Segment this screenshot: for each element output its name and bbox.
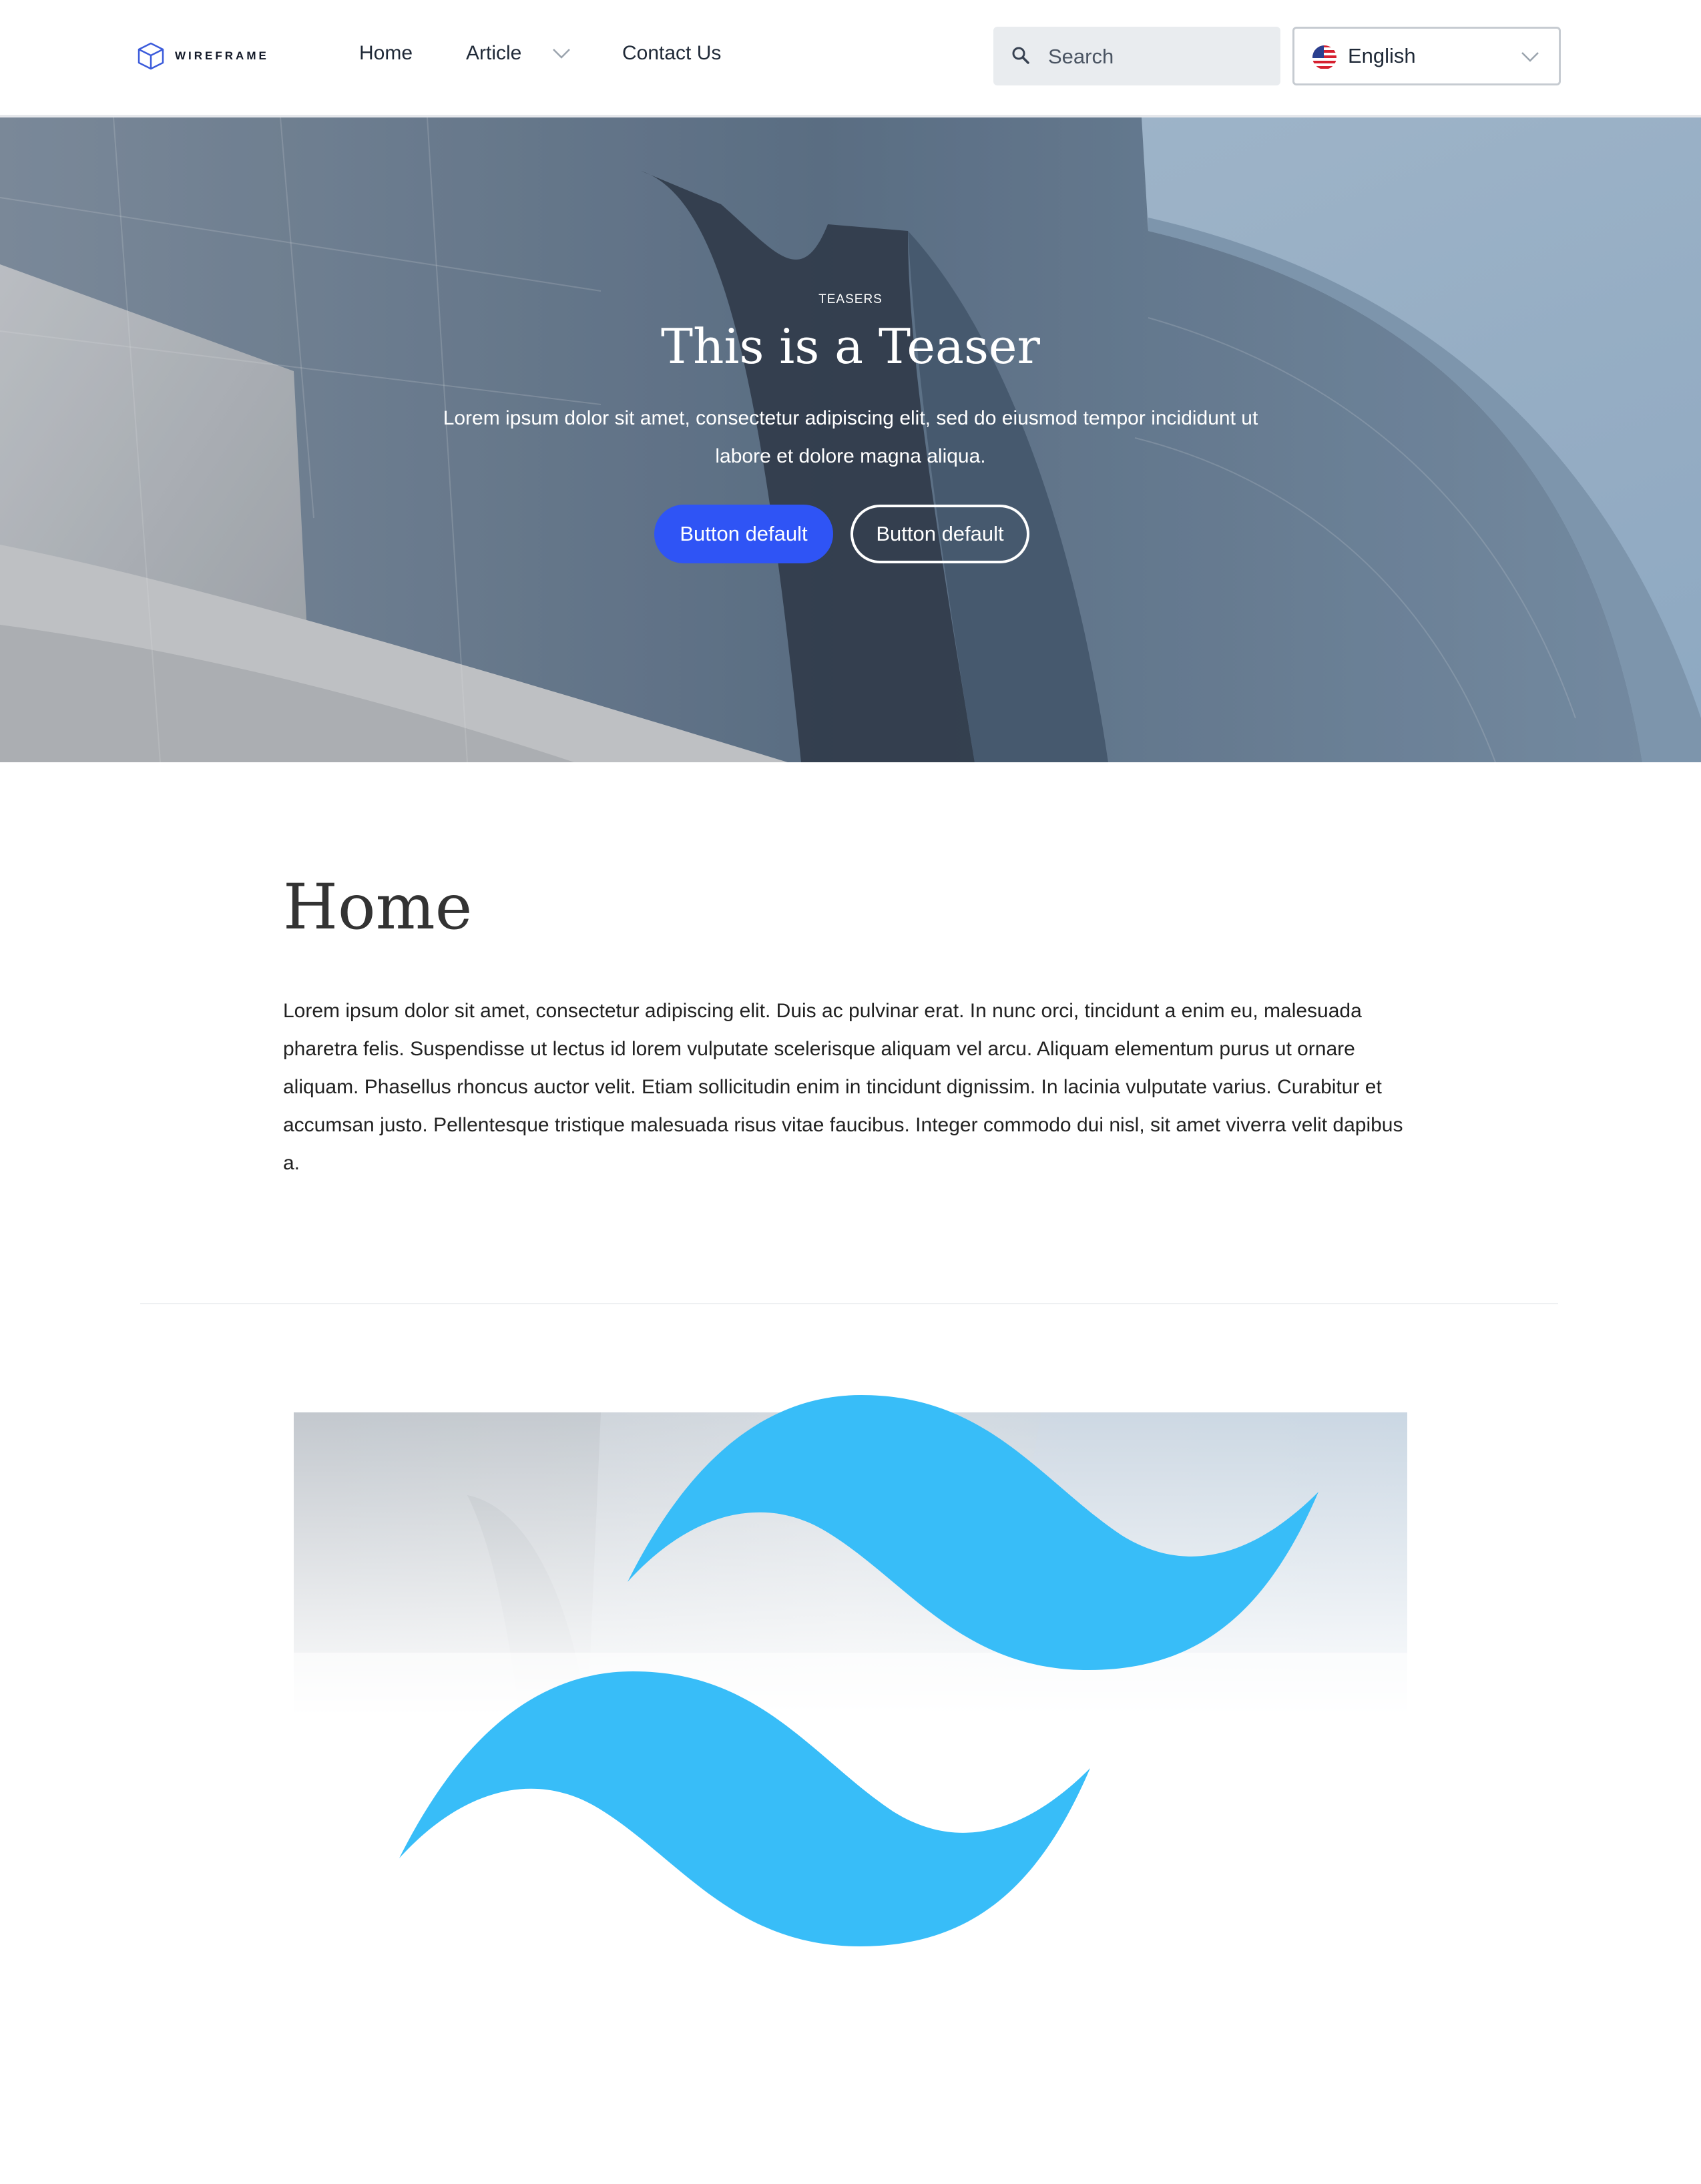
- logo-cube-icon: [138, 42, 164, 70]
- language-label: English: [1348, 44, 1416, 67]
- page-title: Home: [283, 871, 473, 944]
- nav-article[interactable]: Article: [466, 37, 521, 69]
- logo[interactable]: WIREFRAME: [136, 41, 269, 71]
- search-box[interactable]: [993, 27, 1280, 87]
- tailwind-logo-icon: [294, 1395, 1407, 1946]
- chevron-down-icon: [1521, 52, 1539, 62]
- hero-eyebrow: TEASERS: [818, 292, 883, 306]
- hero-description: Lorem ipsum dolor sit amet, consectetur …: [443, 407, 1258, 467]
- language-select[interactable]: English: [1292, 27, 1561, 85]
- section-divider: [140, 1303, 1558, 1304]
- nav-home[interactable]: Home: [359, 37, 413, 69]
- us-flag-icon: [1312, 45, 1336, 69]
- search-input[interactable]: [1047, 27, 1270, 87]
- logo-text: WIREFRAME: [175, 49, 269, 62]
- hero-primary-button[interactable]: Button default: [654, 505, 833, 563]
- tailwind-illustration: [0, 1375, 1701, 1976]
- hero-secondary-button[interactable]: Button default: [850, 505, 1029, 563]
- hero-teaser: TEASERS This is a Teaser Lorem ipsum dol…: [0, 117, 1701, 762]
- search-icon: [1012, 47, 1029, 64]
- site-header: WIREFRAME Home Article Contact Us Englis…: [0, 0, 1701, 117]
- hero-title: This is a Teaser: [661, 318, 1040, 374]
- chevron-down-icon[interactable]: [551, 45, 571, 61]
- page-body-text: Lorem ipsum dolor sit amet, consectetur …: [283, 1000, 1403, 1174]
- nav-contact-us[interactable]: Contact Us: [622, 37, 721, 69]
